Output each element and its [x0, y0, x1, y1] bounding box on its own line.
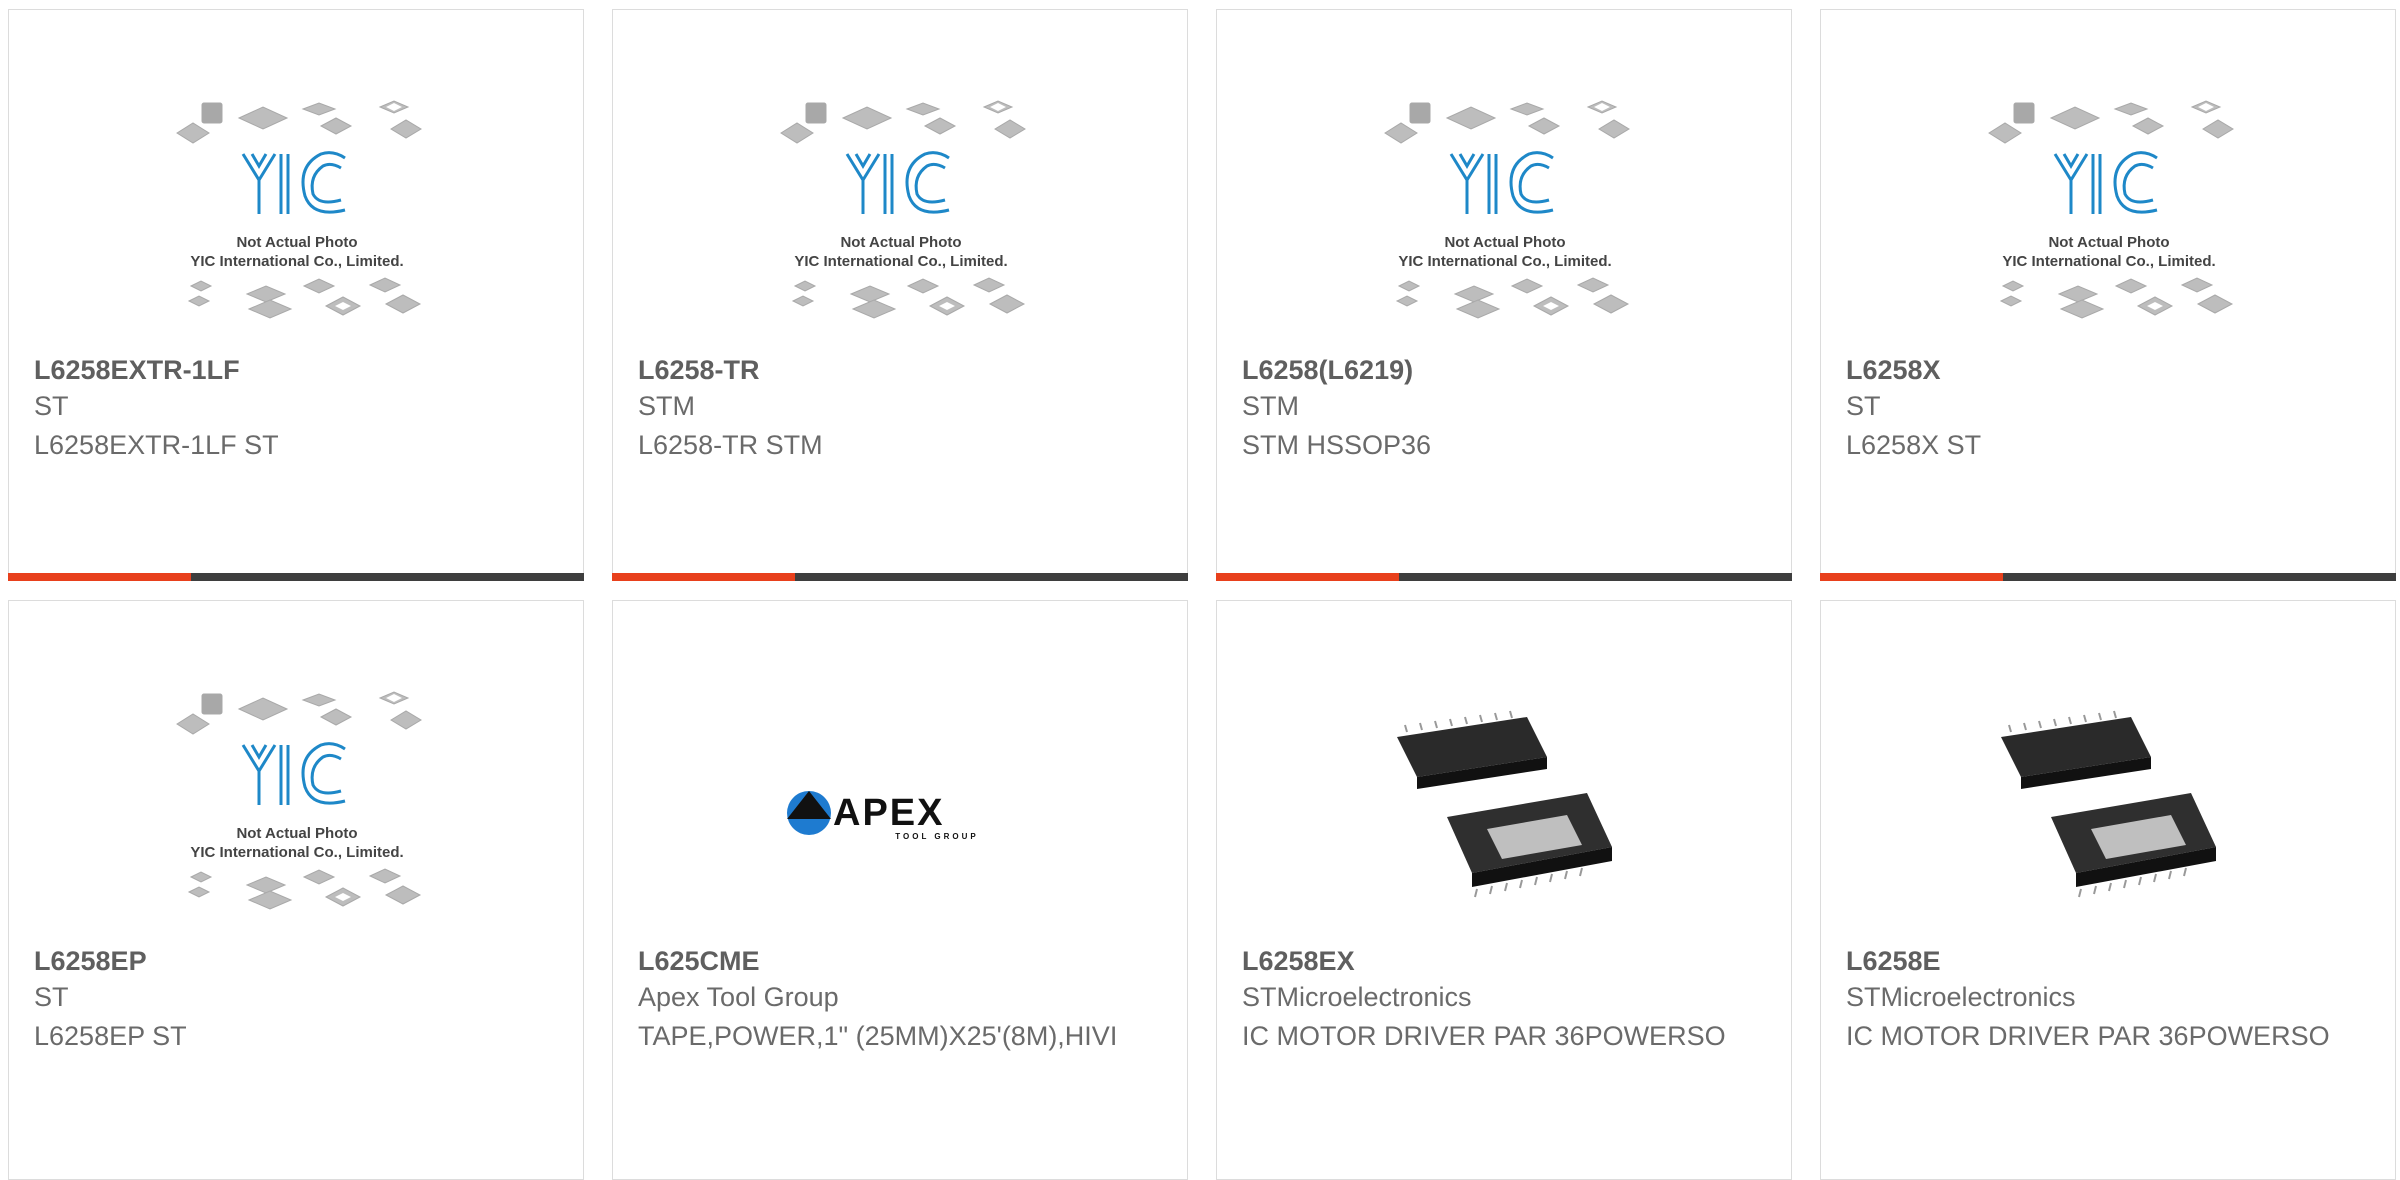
manufacturer: Apex Tool Group	[638, 982, 839, 1012]
description: L6258X ST	[1846, 430, 1982, 460]
part-number[interactable]: L6258EP	[34, 946, 147, 977]
product-image[interactable]	[1971, 687, 2247, 941]
manufacturer: ST	[1846, 391, 1881, 421]
card-bottom-bar	[8, 573, 584, 581]
part-number[interactable]: L6258-TR	[638, 355, 760, 386]
apex-tagline: TOOL GROUP	[895, 832, 979, 841]
manufacturer: STMicroelectronics	[1242, 982, 1472, 1012]
card-accent	[1820, 573, 2003, 581]
placeholder-caption-line1: Not Actual Photo	[236, 234, 357, 251]
manufacturer: ST	[34, 391, 69, 421]
placeholder-caption-line2: YIC International Co., Limited.	[1398, 253, 1611, 270]
placeholder-caption-line1: Not Actual Photo	[840, 234, 961, 251]
product-card[interactable]: L6258E STMicroelectronics IC MOTOR DRIVE…	[1820, 600, 2396, 1180]
description: STM HSSOP36	[1242, 430, 1432, 460]
placeholder-caption-line2: YIC International Co., Limited.	[794, 253, 1007, 270]
manufacturer: STM	[1242, 391, 1299, 421]
part-number[interactable]: L6258(L6219)	[1242, 355, 1413, 386]
product-card[interactable]: Not Actual Photo YIC International Co., …	[8, 600, 584, 1180]
product-card[interactable]: L6258EX STMicroelectronics IC MOTOR DRIV…	[1216, 600, 1792, 1180]
description: L6258-TR STM	[638, 430, 823, 460]
placeholder-caption-line2: YIC International Co., Limited.	[2002, 253, 2215, 270]
description: L6258EP ST	[34, 1021, 187, 1051]
apex-wordmark: APEX	[833, 792, 944, 834]
description: L6258EXTR-1LF ST	[34, 430, 279, 460]
product-image[interactable]: Not Actual Photo YIC International Co., …	[1367, 96, 1643, 350]
placeholder-caption-line1: Not Actual Photo	[1444, 234, 1565, 251]
manufacturer: STMicroelectronics	[1846, 982, 2076, 1012]
product-image[interactable]	[1367, 687, 1643, 941]
description: IC MOTOR DRIVER PAR 36POWERSO	[1242, 1021, 1726, 1051]
product-card[interactable]: Not Actual Photo YIC International Co., …	[1216, 9, 1792, 581]
placeholder-caption-line2: YIC International Co., Limited.	[190, 253, 403, 270]
manufacturer: ST	[34, 982, 69, 1012]
product-image[interactable]: Not Actual Photo YIC International Co., …	[159, 687, 435, 941]
placeholder-caption-line1: Not Actual Photo	[236, 825, 357, 842]
product-image[interactable]: Not Actual Photo YIC International Co., …	[763, 96, 1039, 350]
card-accent	[612, 573, 795, 581]
part-number[interactable]: L625CME	[638, 946, 760, 977]
part-number[interactable]: L6258EXTR-1LF	[34, 355, 240, 386]
product-card[interactable]: APEX TOOL GROUP L625CME Apex Tool Group …	[612, 600, 1188, 1180]
part-number[interactable]: L6258EX	[1242, 946, 1355, 977]
description: TAPE,POWER,1" (25MM)X25'(8M),HIVI	[638, 1021, 1118, 1051]
card-bottom-bar	[1216, 573, 1792, 581]
manufacturer: STM	[638, 391, 695, 421]
placeholder-caption-line1: Not Actual Photo	[2048, 234, 2169, 251]
placeholder-caption-line2: YIC International Co., Limited.	[190, 844, 403, 861]
product-image[interactable]: APEX TOOL GROUP	[763, 687, 1039, 941]
product-image[interactable]: Not Actual Photo YIC International Co., …	[1971, 96, 2247, 350]
part-number[interactable]: L6258X	[1846, 355, 1941, 386]
product-card[interactable]: Not Actual Photo YIC International Co., …	[8, 9, 584, 581]
card-bottom-bar	[612, 573, 1188, 581]
part-number[interactable]: L6258E	[1846, 946, 1941, 977]
card-accent	[8, 573, 191, 581]
description: IC MOTOR DRIVER PAR 36POWERSO	[1846, 1021, 2330, 1051]
product-image[interactable]: Not Actual Photo YIC International Co., …	[159, 96, 435, 350]
card-accent	[1216, 573, 1399, 581]
product-card[interactable]: Not Actual Photo YIC International Co., …	[612, 9, 1188, 581]
product-card[interactable]: Not Actual Photo YIC International Co., …	[1820, 9, 2396, 581]
card-bottom-bar	[1820, 573, 2396, 581]
